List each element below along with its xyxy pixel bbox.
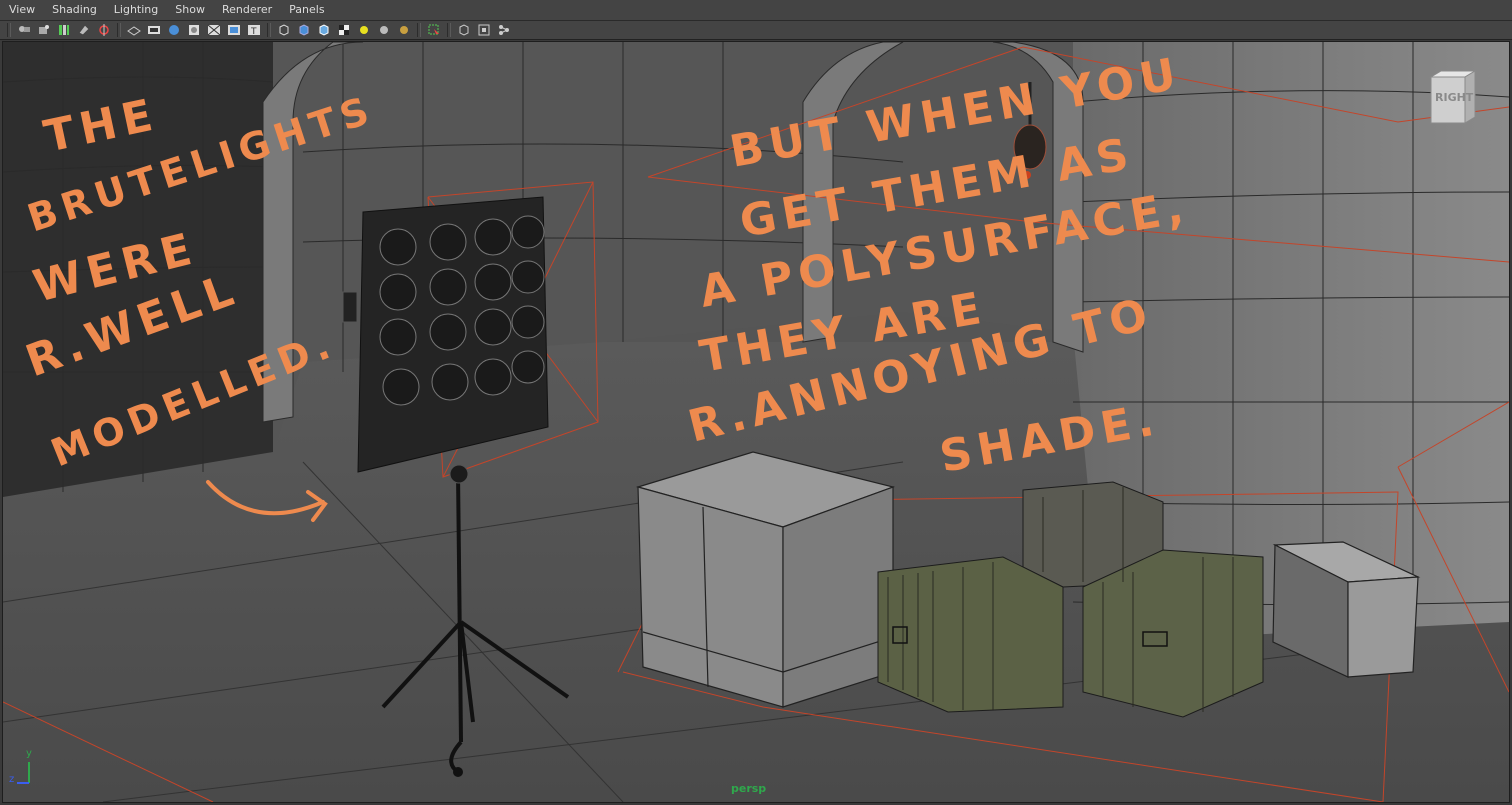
shadows-icon[interactable]: [376, 22, 392, 38]
use-all-lights-icon[interactable]: [356, 22, 372, 38]
toolbar-separator: [417, 23, 421, 37]
toolbar-separator: [447, 23, 451, 37]
textured-icon[interactable]: [336, 22, 352, 38]
toolbar-separator: [267, 23, 271, 37]
menu-shading[interactable]: Shading: [43, 0, 105, 20]
viewcube-face-label: RIGHT: [1435, 91, 1474, 104]
menu-renderer[interactable]: Renderer: [213, 0, 280, 20]
scene-render: [3, 42, 1509, 802]
safe-action-icon[interactable]: [226, 22, 242, 38]
grid-icon[interactable]: [126, 22, 142, 38]
xray-icon[interactable]: [456, 22, 472, 38]
crate-model: [635, 451, 896, 708]
ambient-occlusion-icon[interactable]: [396, 22, 412, 38]
viewcube[interactable]: RIGHT: [1427, 69, 1477, 124]
perspective-viewport[interactable]: RIGHT y z persp THE BRUTELIGHTS WERE R.W…: [2, 41, 1510, 803]
camera-attributes-icon[interactable]: [36, 22, 52, 38]
2d-pan-zoom-icon[interactable]: [96, 22, 112, 38]
camera-select-icon[interactable]: [16, 22, 32, 38]
xray-components-icon[interactable]: [496, 22, 512, 38]
menu-lighting[interactable]: Lighting: [105, 0, 166, 20]
left-wall: [3, 42, 273, 497]
viewport-menubar: View Shading Lighting Show Renderer Pane…: [0, 0, 1512, 21]
viewport-toolbar: T: [0, 21, 1512, 40]
safe-title-icon[interactable]: T: [246, 22, 262, 38]
bookmark-icon[interactable]: [56, 22, 72, 38]
menu-view[interactable]: View: [0, 0, 43, 20]
image-plane-icon[interactable]: [76, 22, 92, 38]
xray-joints-icon[interactable]: [476, 22, 492, 38]
wireframe-icon[interactable]: [276, 22, 292, 38]
isolate-select-icon[interactable]: [426, 22, 442, 38]
camera-name-label: persp: [731, 782, 767, 795]
film-gate-icon[interactable]: [146, 22, 162, 38]
wireframe-on-shaded-icon[interactable]: [316, 22, 332, 38]
menu-panels[interactable]: Panels: [280, 0, 332, 20]
gate-mask-icon[interactable]: [186, 22, 202, 38]
axis-z-label: z: [9, 774, 15, 785]
menu-show[interactable]: Show: [166, 0, 213, 20]
smooth-shade-icon[interactable]: [296, 22, 312, 38]
field-chart-icon[interactable]: [206, 22, 222, 38]
axis-indicator: y z: [9, 748, 39, 790]
axis-y-label: y: [26, 748, 32, 759]
toolbar-separator: [117, 23, 121, 37]
resolution-gate-icon[interactable]: [166, 22, 182, 38]
svg-text:T: T: [250, 27, 257, 37]
toolbar-separator: [7, 23, 11, 37]
